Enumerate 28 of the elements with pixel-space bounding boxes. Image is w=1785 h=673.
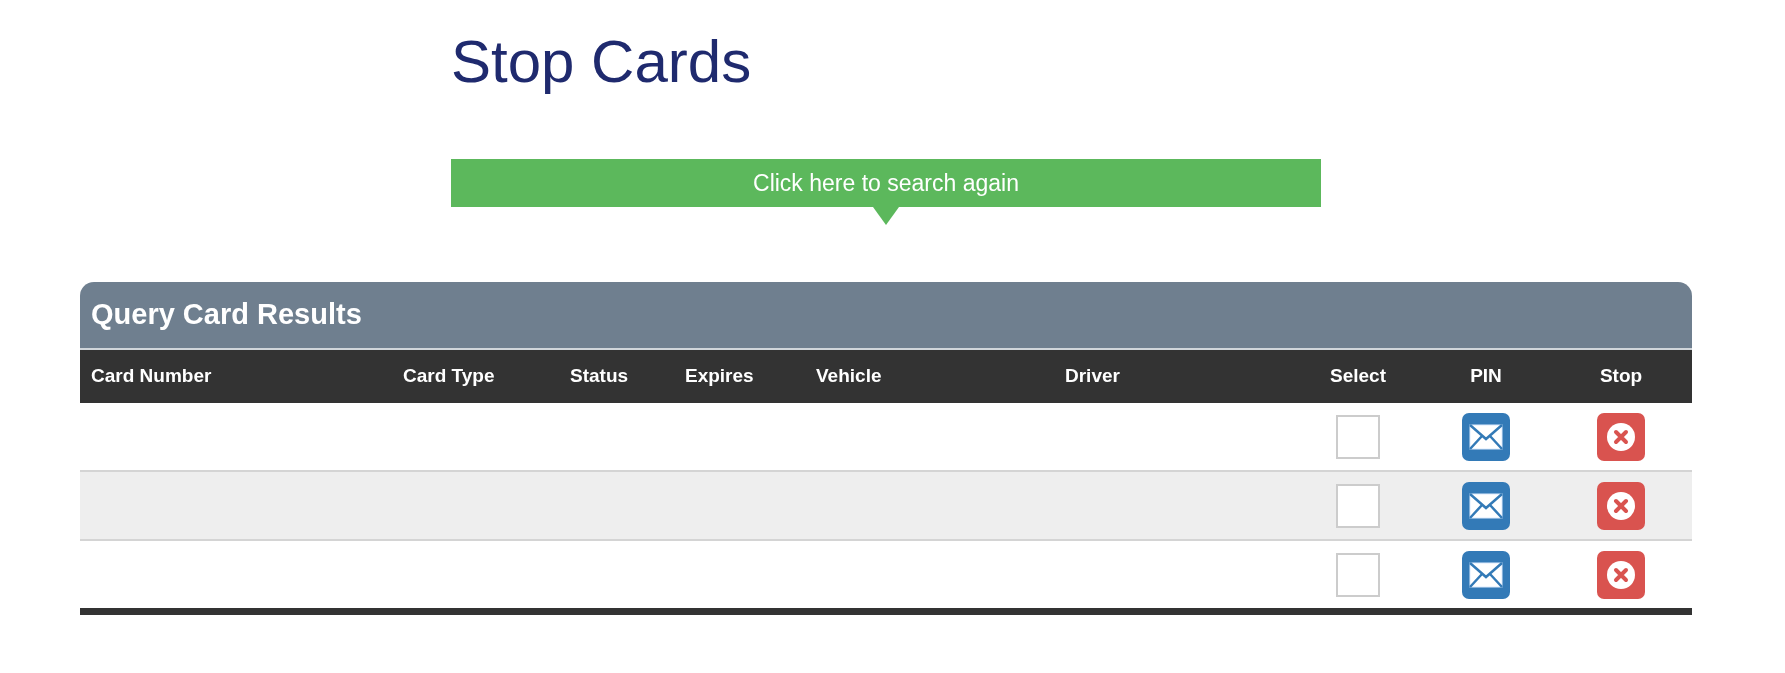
envelope-icon — [1469, 423, 1503, 450]
select-checkbox[interactable] — [1336, 483, 1380, 528]
envelope-icon — [1469, 492, 1503, 519]
envelope-icon — [1469, 561, 1503, 588]
stop-button[interactable] — [1597, 481, 1645, 530]
pin-button[interactable] — [1462, 481, 1510, 530]
column-header: Status — [570, 365, 629, 387]
pin-button[interactable] — [1462, 412, 1510, 461]
page-title: Stop Cards — [451, 27, 752, 97]
column-header: Stop — [1599, 365, 1643, 387]
column-header: Vehicle — [816, 365, 882, 387]
select-checkbox[interactable] — [1336, 414, 1380, 459]
column-header: Card Type — [403, 365, 495, 387]
stop-button[interactable] — [1597, 550, 1645, 599]
pointer-arrow — [873, 207, 899, 225]
search-again-button[interactable]: Click here to search again — [451, 159, 1321, 207]
stop-button[interactable] — [1597, 412, 1645, 461]
column-header: Card Number — [91, 365, 212, 387]
select-checkbox[interactable] — [1336, 552, 1380, 597]
column-header: Expires — [685, 365, 754, 387]
column-header: Select — [1330, 365, 1386, 387]
close-circle-icon — [1605, 489, 1637, 522]
column-header: Driver — [1065, 365, 1120, 387]
close-circle-icon — [1605, 420, 1637, 453]
close-circle-icon — [1605, 558, 1637, 591]
panel-title: Query Card Results — [91, 297, 362, 333]
pin-button[interactable] — [1462, 550, 1510, 599]
column-header: PIN — [1470, 365, 1502, 387]
